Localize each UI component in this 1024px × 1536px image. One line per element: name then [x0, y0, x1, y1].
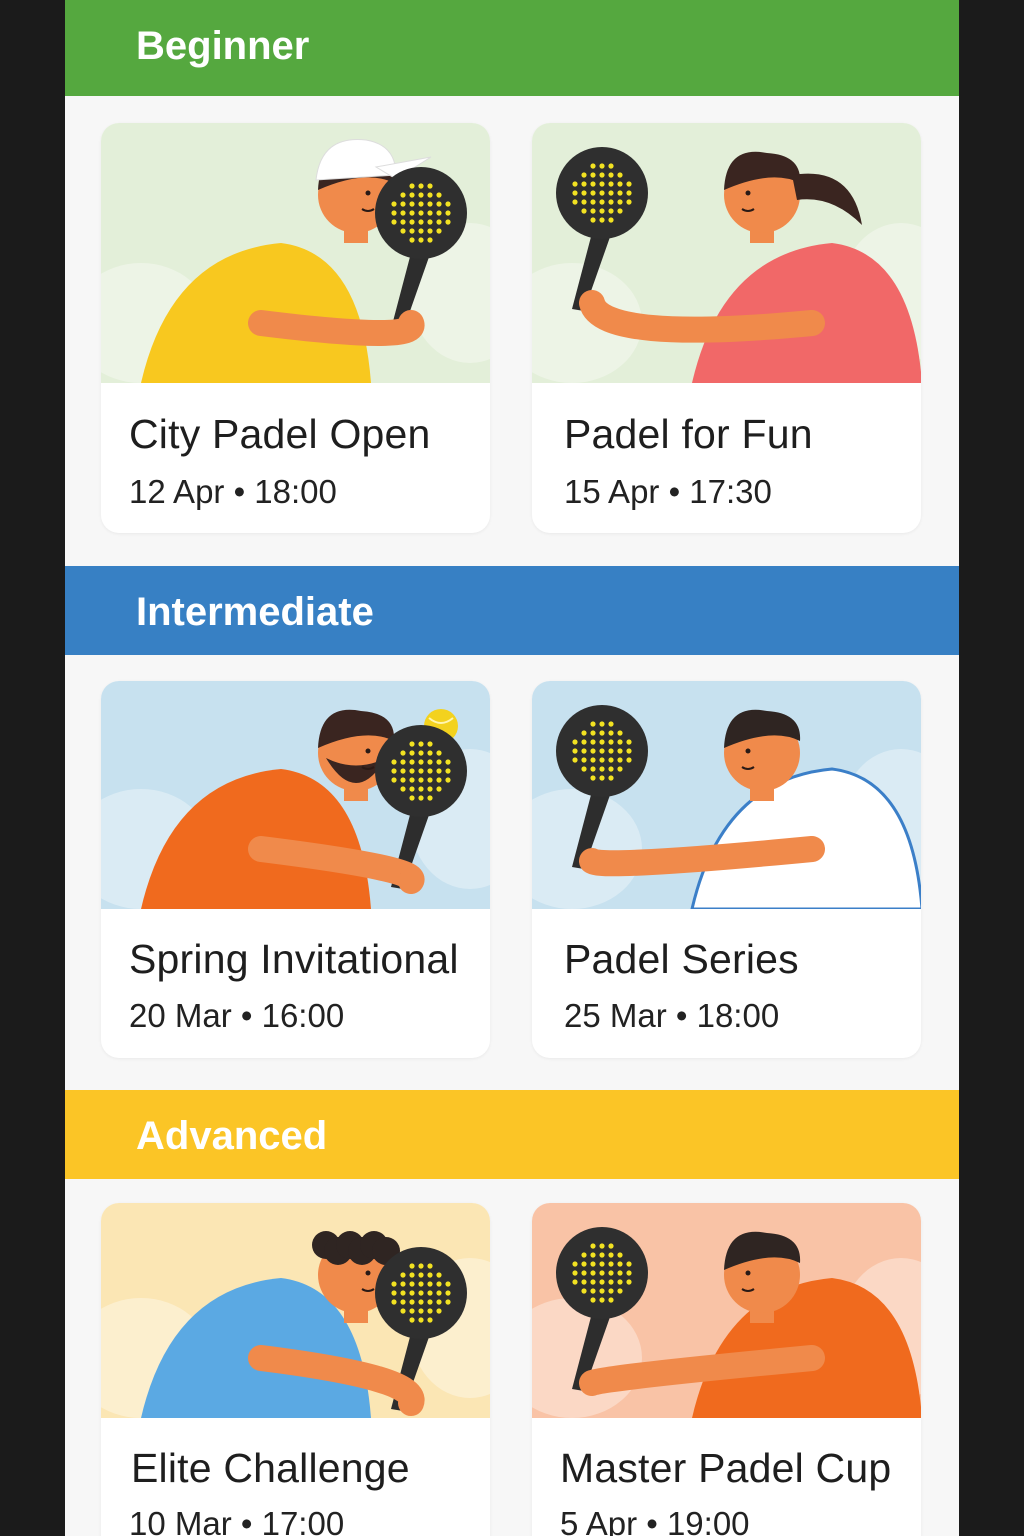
- event-title: Master Padel Cup: [560, 1445, 892, 1491]
- event-card[interactable]: Spring Invitational 20 Mar • 16:00: [101, 681, 490, 1058]
- section-header-beginner: Beginner: [65, 0, 959, 96]
- section-header-intermediate: Intermediate: [65, 566, 959, 655]
- section-title: Intermediate: [136, 590, 374, 634]
- event-date: 25 Mar • 18:00: [564, 997, 780, 1034]
- event-title: Spring Invitational: [129, 936, 459, 982]
- event-date: 20 Mar • 16:00: [129, 997, 345, 1034]
- event-title: City Padel Open: [129, 411, 431, 457]
- event-date: 15 Apr • 17:30: [564, 473, 772, 510]
- event-card[interactable]: City Padel Open 12 Apr • 18:00: [101, 123, 490, 533]
- event-card[interactable]: Elite Challenge 10 Mar • 17:00: [101, 1203, 490, 1536]
- event-date: 12 Apr • 18:00: [129, 473, 337, 510]
- player-illustration: [532, 681, 921, 909]
- player-illustration: [101, 1203, 490, 1418]
- player-illustration: [532, 1203, 921, 1418]
- section-title: Beginner: [136, 24, 310, 68]
- player-illustration: [101, 681, 490, 909]
- section-header-advanced: Advanced: [65, 1090, 959, 1179]
- event-date: 10 Mar • 17:00: [129, 1505, 345, 1536]
- event-date: 5 Apr • 19:00: [560, 1505, 750, 1536]
- player-illustration: [532, 123, 921, 383]
- player-illustration: [101, 123, 490, 383]
- event-card[interactable]: Padel for Fun 15 Apr • 17:30: [532, 123, 921, 533]
- event-card[interactable]: Master Padel Cup 5 Apr • 19:00: [532, 1203, 921, 1536]
- section-title: Advanced: [136, 1114, 328, 1158]
- event-title: Padel for Fun: [564, 411, 813, 457]
- event-title: Elite Challenge: [131, 1445, 410, 1491]
- event-list-screen: Beginner City Padel Open 12 Apr • 18:00 …: [65, 0, 959, 1536]
- event-card[interactable]: Padel Series 25 Mar • 18:00: [532, 681, 921, 1058]
- event-title: Padel Series: [564, 936, 799, 982]
